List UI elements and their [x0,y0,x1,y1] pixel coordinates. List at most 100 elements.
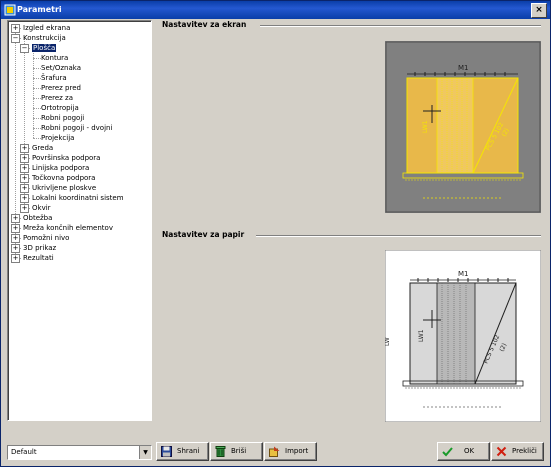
trash-can-icon [215,446,226,457]
tree-item[interactable]: Linijska podpora [32,163,89,173]
expand-icon[interactable]: + [20,194,29,203]
collapse-icon[interactable]: − [20,44,29,53]
tree-item-label: Izgled ekrana [23,24,71,32]
tree-item[interactable]: Set/Oznaka [41,63,81,73]
title-bar[interactable]: Parametri × [1,1,550,19]
paper-settings-header: Nastavitev za papir [162,230,541,240]
paper-lw-label: LW [385,337,391,346]
tree-item[interactable]: Kontura [41,53,68,63]
paper-lw1-label: LW1 [418,329,425,342]
expand-icon[interactable]: + [20,164,29,173]
tree-item[interactable]: Greda [32,143,53,153]
ok-label: OK [464,447,475,455]
tree-item[interactable]: Robni pogoji [41,113,84,123]
tree-item[interactable]: Točkovna podpora [32,173,95,183]
tree-item[interactable]: Prerez pred [41,83,81,93]
import-icon [269,446,280,457]
expand-icon[interactable]: + [20,204,29,213]
tree-item-label: Šrafura [41,74,67,82]
tree-item-label: Pomožni nivo [23,234,70,242]
tree-item-label: Okvir [32,204,51,212]
tree-item-label: 3D prikaz [23,244,57,252]
tree-item-label: Kontura [41,54,69,62]
tree-item-label: Robni pogoji [41,114,85,122]
paper-preview: M1 LW LW1 PCS 5 102 (2) [385,250,541,422]
tree-item[interactable]: Ortotropija [41,103,79,113]
expand-icon[interactable]: + [11,244,20,253]
ok-button[interactable]: OK [437,442,490,461]
paper-settings-title: Nastavitev za papir [162,230,249,239]
window-title: Parametri [17,5,62,14]
preset-select[interactable]: Default ▼ [7,445,152,460]
checkmark-icon [442,447,453,457]
tree-item-label: Obtežba [23,214,53,222]
separator-line [256,235,541,237]
tree-connector [33,58,41,59]
preset-value: Default [11,448,37,456]
expand-icon[interactable]: + [11,24,20,33]
save-button[interactable]: Shrani [156,442,209,461]
tree-item[interactable]: 3D prikaz [23,243,56,253]
cancel-label: Prekliči [512,447,537,455]
tree-item[interactable]: Projekcija [41,133,74,143]
tree-item-label: Površinska podpora [32,154,101,162]
tree-item-label: Konstrukcija [23,34,66,42]
floppy-disk-icon [161,446,172,457]
tree-item-label: Projekcija [41,134,75,142]
expand-icon[interactable]: + [11,224,20,233]
tree-item-label: Ortotropija [41,104,79,112]
tree-item-label: Prerez pred [41,84,81,92]
expand-icon[interactable]: + [20,174,29,183]
collapse-icon[interactable]: − [11,34,20,43]
tree-item[interactable]: Mreža končnih elementov [23,223,113,233]
delete-button[interactable]: Briši [210,442,263,461]
tree-connector [33,48,34,138]
tree-connector [33,108,41,109]
tree-item[interactable]: Obtežba [23,213,52,223]
dropdown-arrow-icon[interactable]: ▼ [139,446,151,459]
tree-item-label: Robni pogoji - dvojni [41,124,113,132]
parametri-dialog: Parametri × + Izgled ekrana − Konstrukcija −… [0,0,551,467]
paper-m1-label: M1 [458,270,469,278]
close-button[interactable]: × [531,3,547,18]
cancel-button[interactable]: Prekliči [491,442,544,461]
expand-icon[interactable]: + [20,184,29,193]
tree-item[interactable]: Okvir [32,203,51,213]
tree-item[interactable]: Pomožni nivo [23,233,69,243]
tree-connector [33,98,41,99]
tree-item[interactable]: Površinska podpora [32,153,100,163]
tree-item[interactable]: Robni pogoji - dvojni [41,123,112,133]
tree-item[interactable]: Ukrivljene ploskve [32,183,96,193]
tree-connector [33,128,41,129]
tree-item-label: Rezultati [23,254,54,262]
tree-item-label: Linijska podpora [32,164,90,172]
screen-lw1-label: LW1 [422,120,429,133]
tree-item[interactable]: Rezultati [23,253,54,263]
red-x-icon [496,446,507,457]
screen-m1-label: M1 [458,64,469,72]
tree-connector [33,118,41,119]
tree-item[interactable]: Šrafura [41,73,67,83]
tree-item-label: Greda [32,144,54,152]
expand-icon[interactable]: + [11,234,20,243]
tree-item[interactable]: Plošča [32,43,57,53]
import-label: Import [285,447,309,455]
separator-line [260,25,541,27]
tree-item-label: Točkovna podpora [32,174,96,182]
screen-settings-header: Nastavitev za ekran [162,20,541,30]
expand-icon[interactable]: + [20,154,29,163]
tree-item[interactable]: Izgled ekrana [23,23,70,33]
tree-item[interactable]: Konstrukcija [23,33,66,43]
tree-item[interactable]: Lokalni koordinatni sistem [32,193,124,203]
delete-label: Briši [231,447,247,455]
app-icon [4,4,16,16]
expand-icon[interactable]: + [11,254,20,263]
tree-item[interactable]: Prerez za [41,93,73,103]
expand-icon[interactable]: + [11,214,20,223]
screen-settings-title: Nastavitev za ekran [162,20,251,29]
expand-icon[interactable]: + [20,144,29,153]
tree-connector [33,78,41,79]
import-button[interactable]: Import [264,442,317,461]
settings-tree[interactable]: + Izgled ekrana − Konstrukcija − Plošča Kontur… [7,20,152,421]
tree-item-label: Plošča [32,44,57,52]
